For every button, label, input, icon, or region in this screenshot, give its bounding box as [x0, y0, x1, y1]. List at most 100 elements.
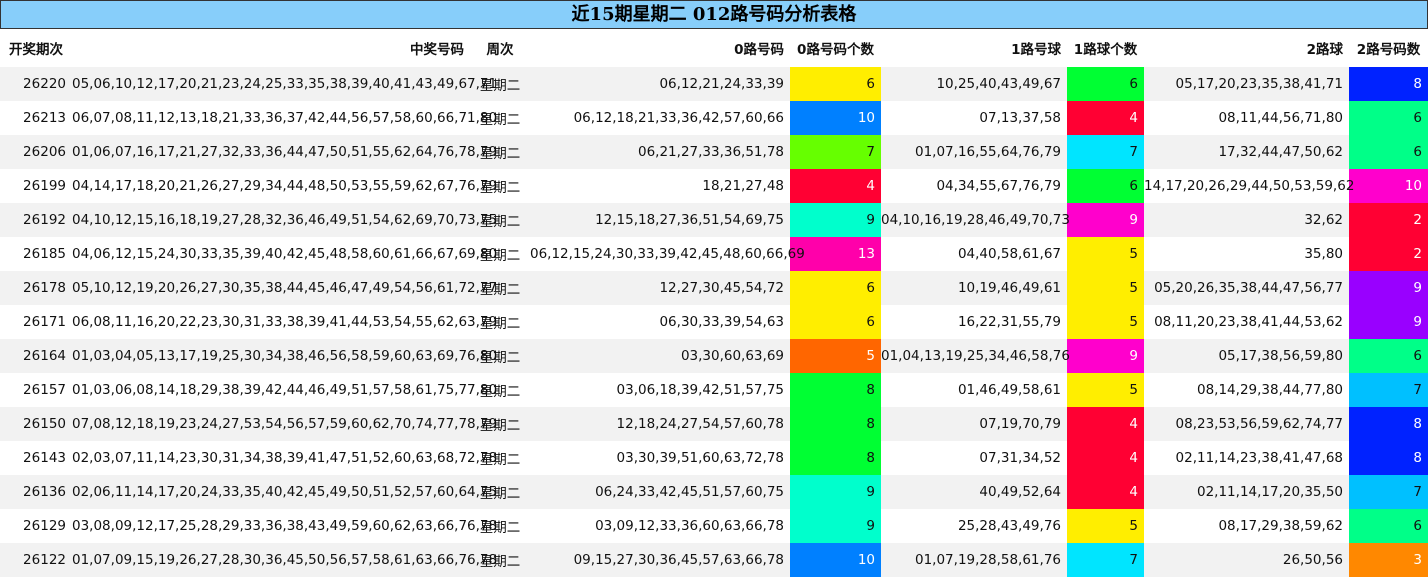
- table-row: 26199 04,14,17,18,20,21,26,27,29,34,44,48…: [0, 169, 1428, 203]
- route1-numbers-cell: 01,07,16,55,64,76,79: [881, 135, 1067, 169]
- route2-numbers-cell: 08,17,29,38,59,62: [1144, 509, 1349, 543]
- route0-numbers-cell: 06,21,27,33,36,51,78: [530, 135, 790, 169]
- route0-count-cell: 10: [790, 101, 881, 135]
- route0-numbers-cell: 03,30,60,63,69: [530, 339, 790, 373]
- week-cell: 星期二: [470, 441, 530, 475]
- week-cell: 星期二: [470, 67, 530, 101]
- period-cell: 26185: [0, 237, 72, 271]
- route0-count-cell: 9: [790, 475, 881, 509]
- route0-numbers-cell: 06,12,15,24,30,33,39,42,45,48,60,66,69: [530, 237, 805, 271]
- route0-numbers-cell: 06,12,21,24,33,39: [530, 67, 790, 101]
- route1-numbers-cell: 40,49,52,64: [881, 475, 1067, 509]
- route2-count-cell: 6: [1349, 509, 1428, 543]
- route1-numbers-cell: 07,31,34,52: [881, 441, 1067, 475]
- table-row: 26213 06,07,08,11,12,13,18,21,33,36,37,42…: [0, 101, 1428, 135]
- table-title: 近15期星期二 012路号码分析表格: [0, 0, 1428, 29]
- header-week: 周次: [470, 29, 530, 67]
- route1-numbers-cell: 01,07,19,28,58,61,76: [881, 543, 1067, 577]
- week-cell: 星期二: [470, 373, 530, 407]
- winning-numbers-cell: 02,06,11,14,17,20,24,33,35,40,42,45,49,5…: [72, 475, 497, 509]
- route1-numbers-cell: 01,46,49,58,61: [881, 373, 1067, 407]
- period-cell: 26150: [0, 407, 72, 441]
- route2-count-cell: 2: [1349, 203, 1428, 237]
- route0-count-cell: 6: [790, 67, 881, 101]
- route1-count-cell: 5: [1067, 271, 1144, 305]
- route2-numbers-cell: 02,11,14,17,20,35,50: [1144, 475, 1349, 509]
- route0-numbers-cell: 06,24,33,42,45,51,57,60,75: [530, 475, 790, 509]
- route0-count-cell: 4: [790, 169, 881, 203]
- header-route0: 0路号码: [530, 29, 790, 67]
- route0-numbers-cell: 06,12,18,21,33,36,42,57,60,66: [530, 101, 790, 135]
- route1-count-cell: 7: [1067, 135, 1144, 169]
- route2-count-cell: 8: [1349, 407, 1428, 441]
- winning-numbers-cell: 06,07,08,11,12,13,18,21,33,36,37,42,44,5…: [72, 101, 497, 135]
- route2-numbers-cell: 08,14,29,38,44,77,80: [1144, 373, 1349, 407]
- week-cell: 星期二: [470, 203, 530, 237]
- winning-numbers-cell: 01,03,06,08,14,18,29,38,39,42,44,46,49,5…: [72, 373, 497, 407]
- route0-numbers-cell: 06,30,33,39,54,63: [530, 305, 790, 339]
- analysis-table: 开奖期次 中奖号码 周次 0路号码 0路号码个数 1路号球 1路球个数 2路球 …: [0, 29, 1428, 577]
- winning-numbers-cell: 04,14,17,18,20,21,26,27,29,34,44,48,50,5…: [72, 169, 497, 203]
- winning-numbers-cell: 05,06,10,12,17,20,21,23,24,25,33,35,38,3…: [72, 67, 497, 101]
- winning-numbers-cell: 01,06,07,16,17,21,27,32,33,36,44,47,50,5…: [72, 135, 497, 169]
- period-cell: 26143: [0, 441, 72, 475]
- header-route2-count: 2路号码数: [1349, 29, 1428, 67]
- route0-numbers-cell: 03,30,39,51,60,63,72,78: [530, 441, 790, 475]
- route0-count-cell: 9: [790, 203, 881, 237]
- route2-count-cell: 9: [1349, 271, 1428, 305]
- winning-numbers-cell: 07,08,12,18,19,23,24,27,53,54,56,57,59,6…: [72, 407, 497, 441]
- route0-count-cell: 6: [790, 271, 881, 305]
- winning-numbers-cell: 06,08,11,16,20,22,23,30,31,33,38,39,41,4…: [72, 305, 497, 339]
- route0-count-cell: 10: [790, 543, 881, 577]
- period-cell: 26178: [0, 271, 72, 305]
- route1-count-cell: 5: [1067, 509, 1144, 543]
- table-row: 26122 01,07,09,15,19,26,27,28,30,36,45,50…: [0, 543, 1428, 577]
- route2-numbers-cell: 08,11,44,56,71,80: [1144, 101, 1349, 135]
- route0-count-cell: 8: [790, 441, 881, 475]
- week-cell: 星期二: [470, 339, 530, 373]
- route2-count-cell: 7: [1349, 373, 1428, 407]
- route1-numbers-cell: 04,34,55,67,76,79: [881, 169, 1067, 203]
- route2-count-cell: 6: [1349, 101, 1428, 135]
- route0-numbers-cell: 12,27,30,45,54,72: [530, 271, 790, 305]
- route2-count-cell: 6: [1349, 339, 1428, 373]
- route1-numbers-cell: 04,10,16,19,28,46,49,70,73: [881, 203, 1070, 237]
- winning-numbers-cell: 04,06,12,15,24,30,33,35,39,40,42,45,48,5…: [72, 237, 497, 271]
- winning-numbers-cell: 04,10,12,15,16,18,19,27,28,32,36,46,49,5…: [72, 203, 497, 237]
- header-route1-count: 1路球个数: [1067, 29, 1144, 67]
- route1-count-cell: 5: [1067, 373, 1144, 407]
- week-cell: 星期二: [470, 237, 530, 271]
- winning-numbers-cell: 01,07,09,15,19,26,27,28,30,36,45,50,56,5…: [72, 543, 497, 577]
- route2-numbers-cell: 05,20,26,35,38,44,47,56,77: [1144, 271, 1349, 305]
- week-cell: 星期二: [470, 135, 530, 169]
- period-cell: 26136: [0, 475, 72, 509]
- table-row: 26192 04,10,12,15,16,18,19,27,28,32,36,46…: [0, 203, 1428, 237]
- route2-numbers-cell: 26,50,56: [1144, 543, 1349, 577]
- table-row: 26178 05,10,12,19,20,26,27,30,35,38,44,45…: [0, 271, 1428, 305]
- week-cell: 星期二: [470, 475, 530, 509]
- route2-numbers-cell: 32,62: [1144, 203, 1349, 237]
- week-cell: 星期二: [470, 169, 530, 203]
- route0-count-cell: 7: [790, 135, 881, 169]
- period-cell: 26129: [0, 509, 72, 543]
- route0-numbers-cell: 09,15,27,30,36,45,57,63,66,78: [530, 543, 790, 577]
- route2-numbers-cell: 05,17,20,23,35,38,41,71: [1144, 67, 1349, 101]
- route1-count-cell: 9: [1067, 339, 1144, 373]
- winning-numbers-cell: 05,10,12,19,20,26,27,30,35,38,44,45,46,4…: [72, 271, 497, 305]
- route1-numbers-cell: 10,25,40,43,49,67: [881, 67, 1067, 101]
- route2-numbers-cell: 17,32,44,47,50,62: [1144, 135, 1349, 169]
- route2-numbers-cell: 14,17,20,26,29,44,50,53,59,62: [1144, 169, 1354, 203]
- period-cell: 26164: [0, 339, 72, 373]
- period-cell: 26171: [0, 305, 72, 339]
- header-period: 开奖期次: [0, 29, 72, 67]
- route0-numbers-cell: 12,15,18,27,36,51,54,69,75: [530, 203, 790, 237]
- route0-count-cell: 9: [790, 509, 881, 543]
- table-row: 26171 06,08,11,16,20,22,23,30,31,33,38,39…: [0, 305, 1428, 339]
- table-row: 26185 04,06,12,15,24,30,33,35,39,40,42,45…: [0, 237, 1428, 271]
- route1-numbers-cell: 07,13,37,58: [881, 101, 1067, 135]
- winning-numbers-cell: 01,03,04,05,13,17,19,25,30,34,38,46,56,5…: [72, 339, 497, 373]
- route1-count-cell: 4: [1067, 407, 1144, 441]
- route2-numbers-cell: 05,17,38,56,59,80: [1144, 339, 1349, 373]
- route0-numbers-cell: 03,09,12,33,36,60,63,66,78: [530, 509, 790, 543]
- table-row: 26150 07,08,12,18,19,23,24,27,53,54,56,57…: [0, 407, 1428, 441]
